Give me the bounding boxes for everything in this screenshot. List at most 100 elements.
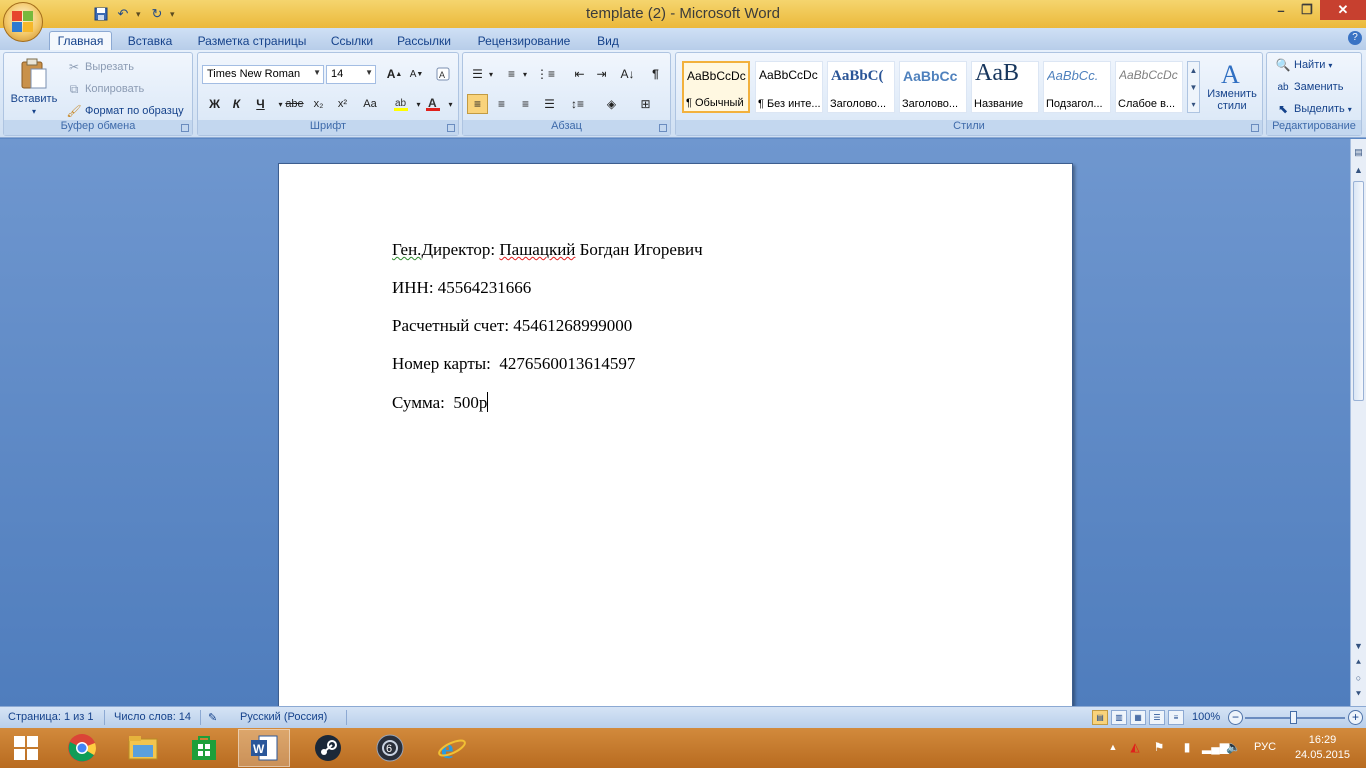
shrink-font-icon[interactable]: A ▼ bbox=[406, 64, 427, 84]
battery-icon[interactable]: ▮ bbox=[1180, 740, 1194, 754]
format-painter-button[interactable]: 🖌 Формат по образцу bbox=[66, 103, 183, 119]
tab-insert[interactable]: Вставка bbox=[120, 31, 180, 50]
tab-page-layout[interactable]: Разметка страницы bbox=[190, 31, 314, 50]
steam-taskbar-button[interactable] bbox=[302, 729, 354, 767]
ie-taskbar-button[interactable]: e bbox=[426, 729, 478, 767]
show-formatting-icon[interactable]: ¶ bbox=[645, 64, 666, 84]
bullets-dropdown-icon[interactable]: ▾ bbox=[485, 64, 497, 84]
paste-button[interactable]: Вставить ▾ bbox=[8, 57, 60, 116]
store-taskbar-button[interactable] bbox=[178, 729, 230, 767]
next-page-icon[interactable]: ⯆ bbox=[1351, 687, 1366, 702]
style-normal[interactable]: AaBbCcDc ¶ Обычный bbox=[682, 61, 750, 113]
page-count[interactable]: Страница: 1 из 1 bbox=[8, 711, 94, 723]
style-heading-1[interactable]: AaBbC( Заголово... bbox=[827, 61, 895, 113]
grow-font-icon[interactable]: A ▲ bbox=[384, 64, 405, 84]
proofing-icon[interactable]: ✎ bbox=[208, 711, 217, 724]
app-taskbar-button[interactable]: 6 bbox=[364, 729, 416, 767]
input-language[interactable]: РУС bbox=[1254, 741, 1276, 753]
scroll-down-icon[interactable]: ▼ bbox=[1351, 639, 1366, 654]
minimize-button[interactable]: – bbox=[1268, 0, 1294, 20]
clipboard-launcher-icon[interactable] bbox=[181, 124, 189, 132]
full-screen-reading-icon[interactable]: ▥ bbox=[1111, 710, 1127, 725]
card-line[interactable]: Номер карты: 4276560013614597 bbox=[392, 354, 635, 374]
shading-icon[interactable]: ◈ bbox=[601, 94, 622, 114]
align-left-icon[interactable]: ≡ bbox=[467, 94, 488, 114]
style-title[interactable]: AaB Название bbox=[971, 60, 1039, 113]
styles-launcher-icon[interactable] bbox=[1251, 124, 1259, 132]
style-no-spacing[interactable]: AaBbCcDc ¶ Без инте... bbox=[755, 61, 823, 113]
subscript-button[interactable]: x₂ bbox=[308, 94, 329, 114]
zoom-out-icon[interactable]: − bbox=[1228, 710, 1243, 725]
change-styles-button[interactable]: A Изменить стили bbox=[1204, 59, 1260, 112]
align-right-icon[interactable]: ≡ bbox=[515, 94, 536, 114]
line-spacing-icon[interactable]: ↕≡ bbox=[567, 94, 588, 114]
document-page[interactable]: Ген.Директор: Пашацкий Богдан Игоревич И… bbox=[278, 163, 1073, 723]
font-name-combo[interactable]: Times New Roman ▼ bbox=[202, 65, 324, 84]
borders-icon[interactable]: ⊞ bbox=[635, 94, 656, 114]
copy-button[interactable]: ⧉ Копировать bbox=[66, 81, 145, 97]
word-count[interactable]: Число слов: 14 bbox=[114, 711, 191, 723]
chrome-taskbar-button[interactable] bbox=[56, 729, 108, 767]
font-size-combo[interactable]: 14 ▼ bbox=[326, 65, 376, 84]
word-taskbar-button[interactable]: W bbox=[238, 729, 290, 767]
account-line[interactable]: Расчетный счет: 45461268999000 bbox=[392, 316, 632, 336]
zoom-in-icon[interactable]: + bbox=[1348, 710, 1363, 725]
director-line[interactable]: Ген.Директор: Пашацкий Богдан Игоревич bbox=[392, 240, 703, 260]
cut-button[interactable]: ✂ Вырезать bbox=[66, 59, 134, 75]
font-color-dropdown-icon[interactable]: ▾ bbox=[440, 94, 461, 114]
maximize-button[interactable]: ❐ bbox=[1294, 0, 1320, 20]
paragraph-launcher-icon[interactable] bbox=[659, 124, 667, 132]
help-icon[interactable]: ? bbox=[1348, 31, 1362, 45]
zoom-level[interactable]: 100% bbox=[1192, 711, 1220, 723]
clock[interactable]: 16:29 24.05.2015 bbox=[1295, 733, 1350, 763]
web-layout-icon[interactable]: ▦ bbox=[1130, 710, 1146, 725]
tab-view[interactable]: Вид bbox=[588, 31, 628, 50]
strikethrough-button[interactable]: abe bbox=[284, 94, 305, 114]
decrease-indent-icon[interactable]: ⇤ bbox=[569, 64, 590, 84]
increase-indent-icon[interactable]: ⇥ bbox=[591, 64, 612, 84]
justify-icon[interactable]: ☰ bbox=[539, 94, 560, 114]
vertical-scrollbar[interactable]: ▤ ▲ ▼ ⯅ ○ ⯆ bbox=[1350, 139, 1366, 706]
style-subtitle[interactable]: AaBbCc. Подзагол... bbox=[1043, 61, 1111, 113]
tab-mailings[interactable]: Рассылки bbox=[390, 31, 458, 50]
styles-gallery-scroll[interactable]: ▲ ▼ ▾ bbox=[1187, 61, 1200, 113]
language-indicator[interactable]: Русский (Россия) bbox=[240, 711, 327, 723]
action-center-icon[interactable]: ⚑ bbox=[1152, 740, 1166, 754]
show-hidden-icons-icon[interactable]: ▲ bbox=[1106, 740, 1120, 754]
start-button[interactable] bbox=[0, 729, 52, 767]
close-button[interactable]: ✕ bbox=[1320, 0, 1366, 20]
bold-button[interactable]: Ж bbox=[204, 94, 225, 114]
zoom-slider-thumb[interactable] bbox=[1290, 711, 1297, 724]
style-subtle-emphasis[interactable]: AaBbCcDc Слабое в... bbox=[1115, 61, 1183, 113]
network-icon[interactable]: ▂▄▆ bbox=[1202, 740, 1229, 754]
italic-button[interactable]: К bbox=[226, 94, 247, 114]
tab-review[interactable]: Рецензирование bbox=[468, 31, 580, 50]
volume-icon[interactable]: 🔈 bbox=[1226, 740, 1241, 754]
inn-line[interactable]: ИНН: 45564231666 bbox=[392, 278, 531, 298]
ruler-toggle-icon[interactable]: ▤ bbox=[1351, 145, 1366, 160]
numbering-dropdown-icon[interactable]: ▾ bbox=[519, 64, 531, 84]
browse-object-icon[interactable]: ○ bbox=[1351, 671, 1366, 686]
replace-button[interactable]: ab Заменить bbox=[1275, 79, 1343, 95]
change-case-button[interactable]: Aa bbox=[356, 94, 384, 114]
superscript-button[interactable]: x² bbox=[332, 94, 353, 114]
clear-formatting-icon[interactable]: A bbox=[432, 64, 453, 84]
print-layout-view-icon[interactable]: ▤ bbox=[1092, 710, 1108, 725]
align-center-icon[interactable]: ≡ bbox=[491, 94, 512, 114]
scroll-thumb[interactable] bbox=[1353, 181, 1364, 401]
sort-icon[interactable]: A↓ bbox=[617, 64, 638, 84]
draft-view-icon[interactable]: ≡ bbox=[1168, 710, 1184, 725]
previous-page-icon[interactable]: ⯅ bbox=[1351, 655, 1366, 670]
style-heading-2[interactable]: AaBbCc Заголово... bbox=[899, 61, 967, 113]
font-launcher-icon[interactable] bbox=[447, 124, 455, 132]
antivirus-icon[interactable]: ◭ bbox=[1128, 740, 1142, 754]
tab-references[interactable]: Ссылки bbox=[324, 31, 380, 50]
find-button[interactable]: 🔍 Найти ▾ bbox=[1275, 57, 1333, 73]
scroll-up-icon[interactable]: ▲ bbox=[1351, 163, 1366, 178]
multilevel-list-icon[interactable]: ⋮≡ bbox=[535, 64, 556, 84]
outline-view-icon[interactable]: ☰ bbox=[1149, 710, 1165, 725]
select-button[interactable]: ⬉ Выделить ▾ bbox=[1275, 101, 1352, 117]
amount-line[interactable]: Сумма: 500р bbox=[392, 392, 489, 413]
underline-button[interactable]: Ч bbox=[250, 94, 271, 114]
explorer-taskbar-button[interactable] bbox=[117, 729, 169, 767]
